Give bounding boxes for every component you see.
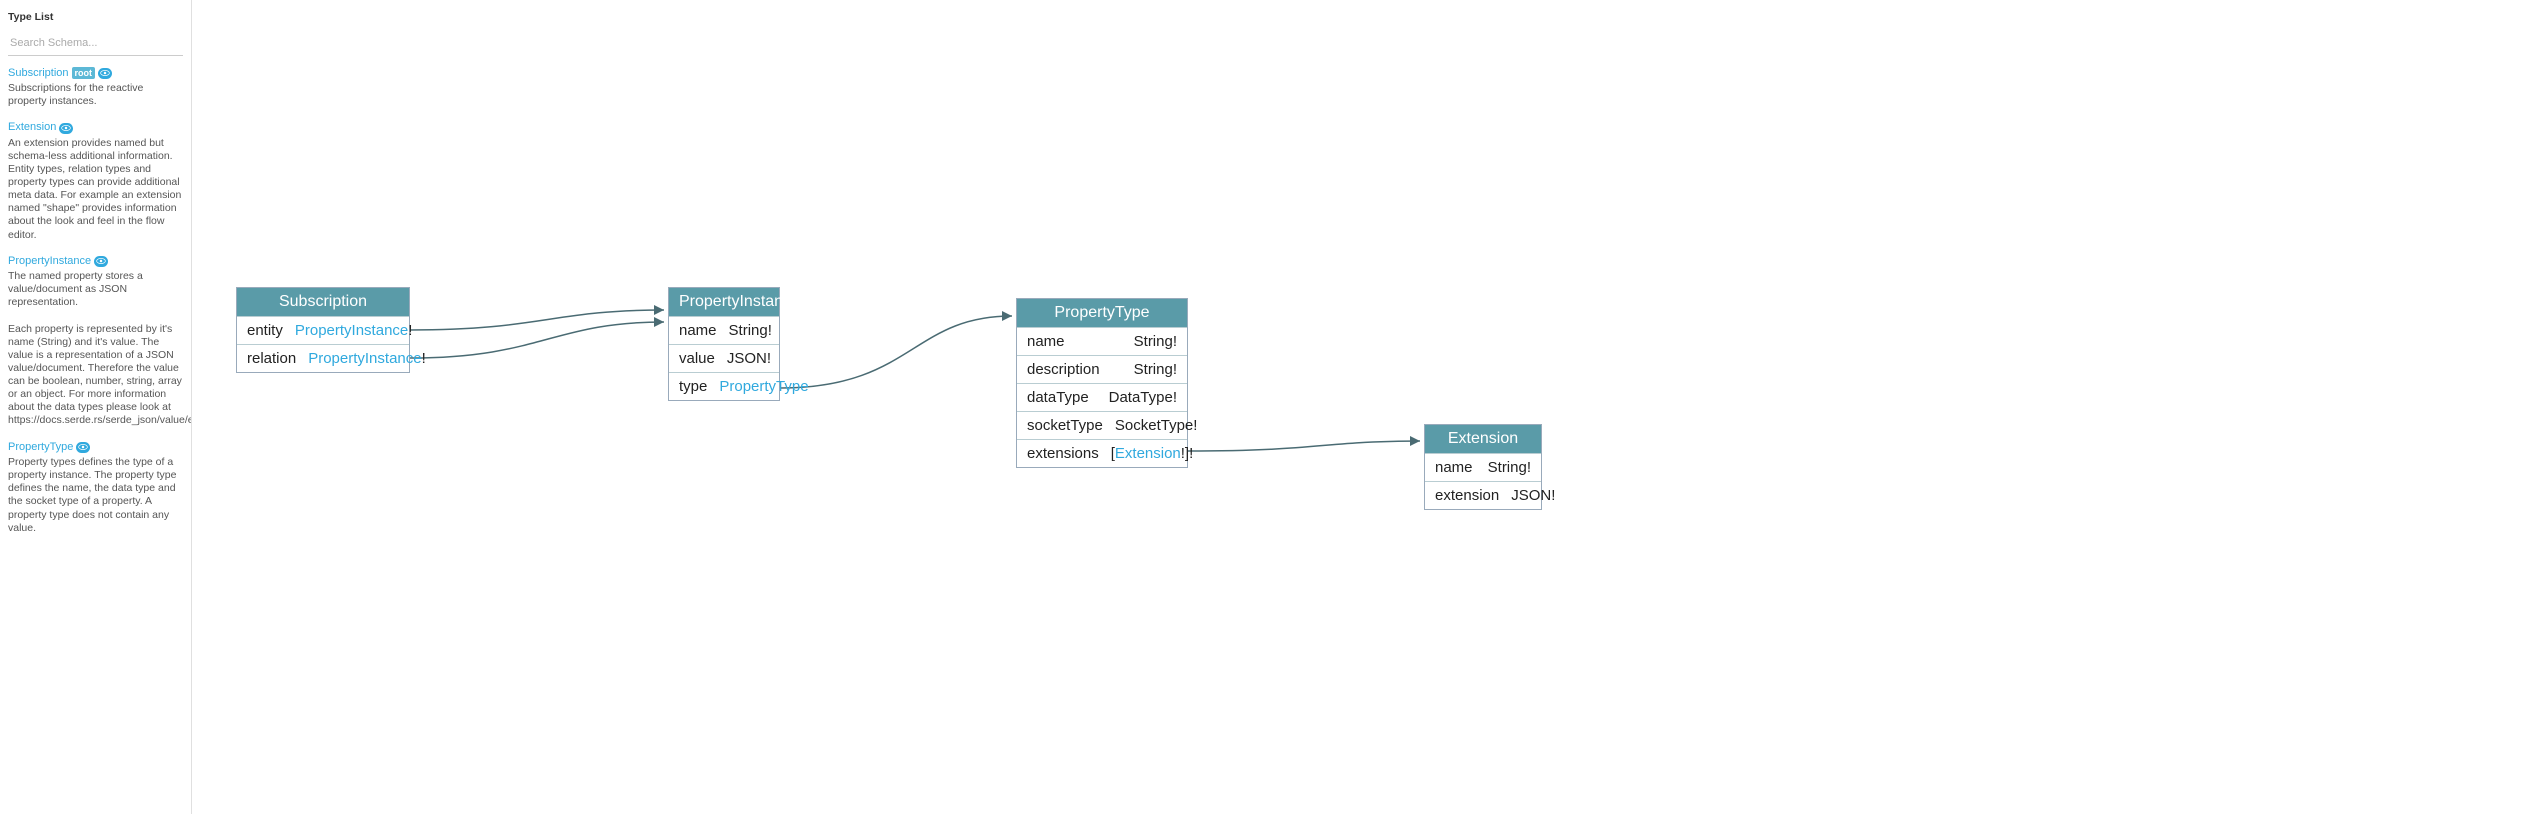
type-list: Subscription root Subscriptions for the … <box>8 66 183 535</box>
field-type: JSON! <box>727 350 771 367</box>
node-extension[interactable]: Extension name String! extension JSON! <box>1424 424 1542 510</box>
field-name: type <box>679 378 707 395</box>
type-entry-propertyinstance[interactable]: PropertyInstance The named property stor… <box>8 254 183 428</box>
field-type: String! <box>1134 361 1177 378</box>
field-row[interactable]: relation PropertyInstance! <box>237 344 409 372</box>
type-name: PropertyInstance <box>8 254 108 269</box>
eye-icon <box>94 256 108 267</box>
field-row[interactable]: extension JSON! <box>1425 481 1541 509</box>
field-row[interactable]: extensions [Extension!]! <box>1017 439 1187 467</box>
sidebar: Type List Subscription root Subscription… <box>0 0 192 814</box>
type-name: PropertyType <box>8 440 90 455</box>
field-name: relation <box>247 350 296 367</box>
field-row[interactable]: name String! <box>1017 327 1187 355</box>
field-type: PropertyInstance! <box>308 350 426 367</box>
field-type: String! <box>729 322 772 339</box>
field-row[interactable]: type PropertyType <box>669 372 779 400</box>
type-entry-subscription[interactable]: Subscription root Subscriptions for the … <box>8 66 183 109</box>
node-propertyinstance[interactable]: PropertyInstance name String! value JSON… <box>668 287 780 401</box>
node-propertytype[interactable]: PropertyType name String! description St… <box>1016 298 1188 468</box>
field-name: socketType <box>1027 417 1103 434</box>
field-type: PropertyInstance! <box>295 322 413 339</box>
eye-icon <box>98 68 112 79</box>
field-name: description <box>1027 361 1100 378</box>
field-row[interactable]: description String! <box>1017 355 1187 383</box>
edges-layer <box>192 0 2541 814</box>
root-badge: root <box>72 67 96 79</box>
field-name: extension <box>1435 487 1499 504</box>
type-description: Subscriptions for the reactive property … <box>8 82 183 108</box>
node-header: Extension <box>1425 425 1541 453</box>
field-type: String! <box>1134 333 1177 350</box>
field-type: PropertyType <box>719 378 808 395</box>
field-row[interactable]: name String! <box>669 316 779 344</box>
type-description: Property types defines the type of a pro… <box>8 456 183 535</box>
field-name: name <box>679 322 717 339</box>
type-entry-propertytype[interactable]: PropertyType Property types defines the … <box>8 440 183 535</box>
eye-icon <box>76 442 90 453</box>
field-type: String! <box>1488 459 1531 476</box>
type-entry-extension[interactable]: Extension An extension provides named bu… <box>8 120 183 241</box>
field-row[interactable]: socketType SocketType! <box>1017 411 1187 439</box>
node-header: PropertyInstance <box>669 288 779 316</box>
node-header: PropertyType <box>1017 299 1187 327</box>
node-header: Subscription <box>237 288 409 316</box>
field-row[interactable]: entity PropertyInstance! <box>237 316 409 344</box>
canvas[interactable]: Subscription entity PropertyInstance! re… <box>192 0 2541 814</box>
field-type: SocketType! <box>1115 417 1198 434</box>
field-type: DataType! <box>1109 389 1177 406</box>
field-type: [Extension!]! <box>1111 445 1194 462</box>
node-subscription[interactable]: Subscription entity PropertyInstance! re… <box>236 287 410 373</box>
field-name: entity <box>247 322 283 339</box>
search-input[interactable] <box>8 31 183 56</box>
field-name: name <box>1435 459 1473 476</box>
field-name: dataType <box>1027 389 1089 406</box>
field-name: name <box>1027 333 1065 350</box>
type-description: The named property stores a value/docume… <box>8 270 183 428</box>
type-name: Subscription root <box>8 66 112 81</box>
type-description: An extension provides named but schema-l… <box>8 137 183 242</box>
sidebar-title: Type List <box>8 8 183 31</box>
field-type: JSON! <box>1511 487 1555 504</box>
field-name: extensions <box>1027 445 1099 462</box>
field-row[interactable]: value JSON! <box>669 344 779 372</box>
field-row[interactable]: name String! <box>1425 453 1541 481</box>
field-row[interactable]: dataType DataType! <box>1017 383 1187 411</box>
field-name: value <box>679 350 715 367</box>
eye-icon <box>59 123 73 134</box>
type-name: Extension <box>8 120 73 135</box>
